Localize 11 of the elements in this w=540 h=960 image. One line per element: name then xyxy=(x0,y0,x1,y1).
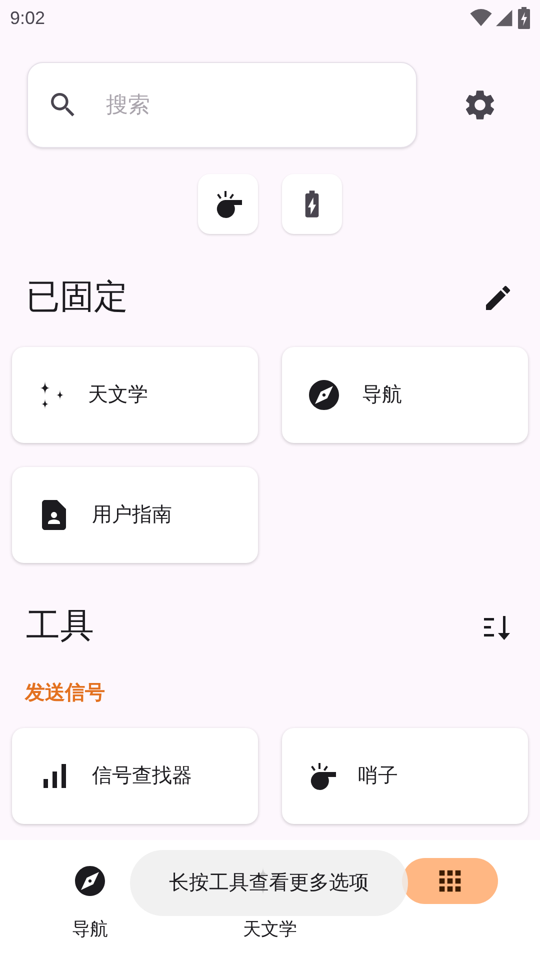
tool-card[interactable]: 哨子 xyxy=(282,728,528,824)
section-title: 工具 xyxy=(26,606,94,647)
search-field[interactable]: 搜索 xyxy=(27,62,417,148)
status-time: 9:02 xyxy=(10,6,46,30)
tool-card[interactable]: 用户指南 xyxy=(12,467,258,563)
group-title: 发送信号 xyxy=(25,682,105,704)
toast: 长按工具查看更多选项 xyxy=(130,850,408,916)
tool-card[interactable]: 导航 xyxy=(282,347,528,443)
tool-card[interactable]: 天文学 xyxy=(12,347,258,443)
section-title: 已固定 xyxy=(26,277,128,318)
tool-card[interactable]: 信号查找器 xyxy=(12,728,258,824)
